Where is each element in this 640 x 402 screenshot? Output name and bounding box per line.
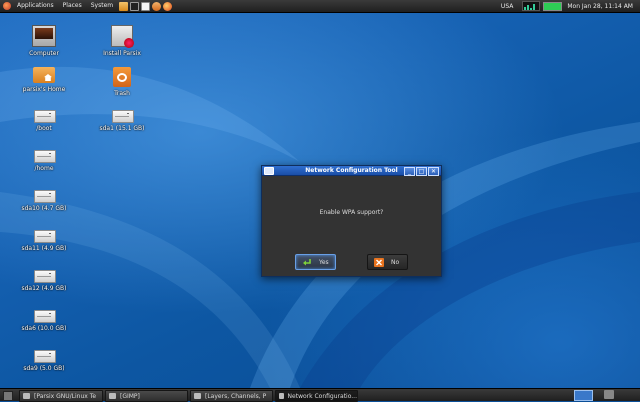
desktop-icon-sda12[interactable]: sda12 (4.9 GB) [17, 268, 71, 292]
network-monitor-icon[interactable] [522, 1, 541, 11]
menu-applications[interactable]: Applications [17, 0, 54, 12]
task-network-config[interactable]: Network Configuratio... [275, 390, 358, 402]
battery-level [544, 2, 562, 10]
yes-button[interactable]: Yes [295, 254, 336, 270]
trash-applet-icon[interactable] [604, 390, 614, 399]
network-config-dialog: Network Configuration Tool _ □ ✕ Enable … [261, 165, 442, 277]
desktop-icon-computer[interactable]: Computer [17, 25, 71, 57]
desktop-icon-label: sda12 (4.9 GB) [21, 285, 67, 292]
desktop-icon-label: sda10 (4.7 GB) [21, 205, 67, 212]
task-layers[interactable]: [Layers, Channels, P [190, 390, 273, 402]
task-parsix[interactable]: [Parsix GNU/Linux Te [19, 390, 103, 402]
text-editor-icon[interactable] [141, 1, 151, 11]
task-label: Network Configuratio... [287, 392, 357, 400]
desktop-icon-sda9[interactable]: sda9 (5.0 GB) [17, 348, 71, 372]
gimp-icon [194, 393, 201, 399]
desktop-icon-install[interactable]: Install Parsix [95, 25, 149, 57]
task-gimp[interactable]: [GIMP] [105, 390, 188, 402]
desktop-icon-label: Computer [29, 50, 59, 57]
no-button-label: No [391, 258, 400, 266]
desktop-icon-sda11[interactable]: sda11 (4.9 GB) [17, 228, 71, 252]
desktop-icon-label: sda1 (15.1 GB) [99, 125, 145, 132]
desktop-icon-trash[interactable]: Trash [95, 67, 149, 97]
clock[interactable]: Mon Jan 28, 11:14 AM [567, 3, 633, 10]
yes-button-label: Yes [319, 258, 329, 266]
window-icon [23, 393, 30, 399]
desktop-icon-label: /home [34, 165, 54, 172]
gimp-icon [109, 393, 116, 399]
drive-icon [34, 108, 56, 123]
bottom-panel: [Parsix GNU/Linux Te [GIMP] [Layers, Cha… [0, 388, 640, 402]
desktop-icon-label: sda9 (5.0 GB) [23, 365, 65, 372]
desktop-icon-sda6[interactable]: sda6 (10.0 GB) [17, 308, 71, 332]
cancel-x-icon [374, 257, 384, 267]
desktop-icon-label: Install Parsix [103, 50, 141, 57]
system-tray: USA Mon Jan 28, 11:14 AM [501, 0, 640, 12]
keyboard-layout-indicator[interactable]: USA [501, 3, 513, 10]
drive-icon [34, 348, 56, 363]
drive-icon [112, 108, 134, 123]
minimize-button[interactable]: _ [404, 167, 415, 176]
file-manager-icon[interactable] [119, 1, 129, 11]
task-label: [GIMP] [120, 392, 140, 400]
enter-arrow-icon [303, 258, 311, 265]
desktop-icon-home-partition[interactable]: /home [17, 148, 71, 172]
home-folder-icon [33, 67, 55, 83]
firefox-icon[interactable] [163, 1, 173, 11]
desktop-icon-label: sda11 (4.9 GB) [21, 245, 67, 252]
drive-icon [34, 308, 56, 323]
dialog-message: Enable WPA support? [319, 209, 384, 216]
desktop-icon-sda10[interactable]: sda10 (4.7 GB) [17, 188, 71, 212]
window-menu-icon[interactable] [264, 167, 274, 175]
desktop-icon-sda1[interactable]: sda1 (15.1 GB) [95, 108, 149, 132]
task-label: [Parsix GNU/Linux Te [34, 392, 97, 400]
desktop-icon-boot[interactable]: /boot [17, 108, 71, 132]
workspace-switcher[interactable] [574, 390, 593, 401]
terminal-icon[interactable] [130, 1, 140, 11]
top-panel: Applications Places System USA Mon Jan 2… [0, 0, 640, 13]
trash-icon [113, 67, 131, 87]
desktop-icon-label: Trash [114, 90, 130, 97]
screenshot-icon[interactable] [152, 1, 162, 11]
window-icon [279, 393, 284, 399]
menu-system[interactable]: System [91, 0, 113, 12]
drive-icon [34, 268, 56, 283]
dialog-titlebar[interactable]: Network Configuration Tool _ □ ✕ [262, 166, 441, 176]
applications-logo-icon[interactable] [3, 2, 11, 10]
maximize-button[interactable]: □ [416, 167, 427, 176]
desktop-icon-home[interactable]: parsix's Home [17, 67, 71, 93]
desktop-icon-label: parsix's Home [22, 86, 66, 93]
drive-icon [34, 228, 56, 243]
task-label: [Layers, Channels, P [205, 392, 267, 400]
computer-icon [32, 25, 56, 47]
close-button[interactable]: ✕ [428, 167, 439, 176]
battery-icon[interactable] [543, 1, 563, 11]
installer-icon [111, 25, 134, 48]
drive-icon [34, 188, 56, 203]
desktop-icon-label: /boot [36, 125, 52, 132]
no-button[interactable]: No [367, 254, 408, 270]
window-controls: _ □ ✕ [404, 167, 439, 176]
menu-places[interactable]: Places [63, 0, 82, 12]
drive-icon [34, 148, 56, 163]
launcher-bar [119, 1, 173, 11]
desktop-icon-label: sda6 (10.0 GB) [21, 325, 67, 332]
